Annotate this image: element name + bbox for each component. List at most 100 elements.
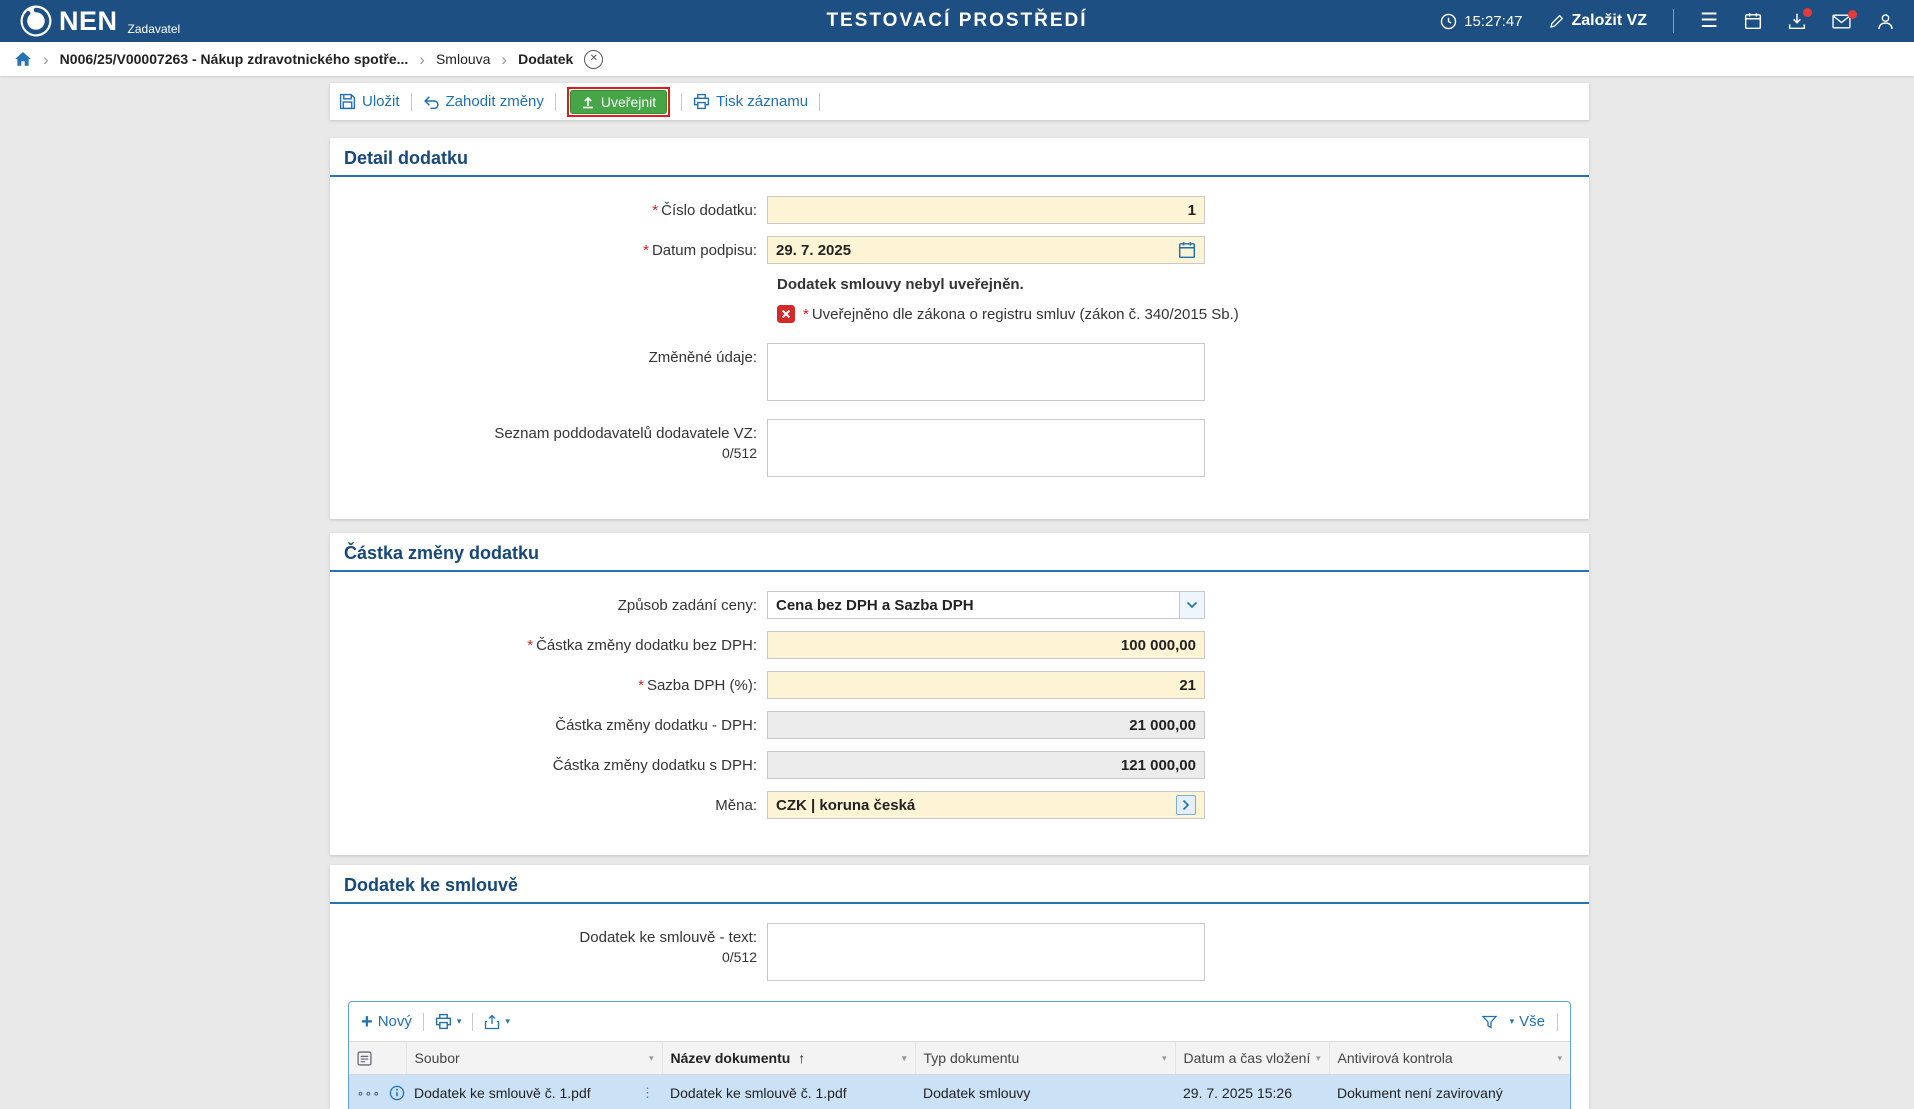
cell-drag-handle-icon[interactable]: ⋮ (641, 1085, 654, 1101)
cell-datum: 29. 7. 2025 15:26 (1175, 1075, 1329, 1109)
discard-label: Zahodit změny (446, 93, 544, 110)
publish-button-highlight: Uveřejnit (567, 87, 670, 117)
sazba-dph-label: *Sazba DPH (%): (330, 671, 767, 694)
all-label: Vše (1519, 1013, 1545, 1030)
castka-s-dph-label: Částka změny dodatku s DPH: (330, 751, 767, 774)
home-icon[interactable] (14, 51, 32, 67)
required-marker: * (638, 677, 644, 694)
mena-value: CZK | koruna česká (776, 797, 915, 814)
castka-s-dph-value: 121 000,00 (1121, 757, 1196, 774)
breadcrumb-item-smlouva[interactable]: Smlouva (436, 51, 490, 67)
breadcrumb-item-vz[interactable]: N006/25/V00007263 - Nákup zdravotnického… (60, 51, 409, 67)
messages-button[interactable] (1832, 14, 1851, 29)
sazba-dph-value: 21 (1179, 677, 1196, 694)
zpusob-zadani-select[interactable]: Cena bez DPH a Sazba DPH (767, 591, 1205, 619)
save-button[interactable]: Uložit (339, 93, 400, 110)
breadcrumb-item-dodatek[interactable]: Dodatek (518, 51, 573, 67)
required-marker: * (803, 306, 809, 323)
cislo-dodatku-label: *Číslo dodatku: (330, 196, 767, 219)
new-document-button[interactable]: + Nový (361, 1012, 412, 1032)
mena-lookup-icon[interactable] (1176, 795, 1196, 815)
select-column-header[interactable] (349, 1042, 406, 1075)
table-header-row: ▾ Soubor ▾ Název dokumentu ↑ ▾ Typ dokum… (349, 1042, 1570, 1075)
filter-icon[interactable] (1481, 1014, 1498, 1030)
downloads-button[interactable] (1788, 12, 1806, 30)
not-published-note: Dodatek smlouvy nebyl uveřejněn. (777, 276, 1589, 293)
show-all-button[interactable]: ▾ Vše (1510, 1013, 1545, 1030)
column-header-typ[interactable]: ▾ Typ dokumentu (915, 1042, 1175, 1075)
required-marker: * (643, 242, 649, 259)
grid-select-icon (357, 1051, 398, 1066)
dodatek-text-label: Dodatek ke smlouvě - text: 0/512 (330, 923, 767, 965)
datepicker-calendar-icon[interactable] (1178, 241, 1196, 259)
section-title: Dodatek ke smlouvě (330, 865, 1589, 902)
row-menu-icon[interactable]: ∘∘∘ (357, 1087, 381, 1100)
section-dodatek-ke-smlouve: Dodatek ke smlouvě Dodatek ke smlouvě - … (330, 865, 1589, 1109)
cislo-dodatku-input[interactable]: 1 (767, 196, 1205, 224)
discard-changes-button[interactable]: Zahodit změny (423, 93, 544, 110)
registry-note: Uveřejněno dle zákona o registru smluv (… (812, 306, 1239, 323)
mena-input[interactable]: CZK | koruna česká (767, 791, 1205, 819)
environment-title: TESTOVACÍ PROSTŘEDÍ (826, 10, 1087, 32)
column-filter-icon[interactable]: ▾ (1162, 1053, 1167, 1064)
section-title: Detail dodatku (330, 138, 1589, 175)
column-header-antivir[interactable]: ▾ Antivirová kontrola (1329, 1042, 1570, 1075)
info-icon[interactable] (389, 1085, 405, 1101)
column-header-soubor[interactable]: ▾ Soubor (406, 1042, 662, 1075)
select-chevron-icon[interactable] (1179, 592, 1204, 618)
toolbar-separator (555, 93, 556, 111)
printer-icon (435, 1013, 452, 1030)
grid-toolbar-right: ▾ Vše (1481, 1013, 1558, 1031)
column-filter-icon[interactable]: ▾ (1316, 1053, 1321, 1064)
document-row[interactable]: ∘∘∘ Dodatek ke smlouvě č. 1.pdf ⋮ (349, 1075, 1570, 1109)
sazba-dph-input[interactable]: 21 (767, 671, 1205, 699)
sort-asc-icon: ↑ (798, 1050, 805, 1066)
dodatek-text-textarea[interactable] (767, 923, 1205, 981)
menu-button[interactable]: ☰ (1700, 11, 1718, 31)
datum-podpisu-input[interactable]: 29. 7. 2025 (767, 236, 1205, 264)
grid-export-button[interactable]: ▾ (484, 1014, 510, 1030)
create-vz-button[interactable]: Založit VZ (1549, 12, 1648, 30)
close-tab-button[interactable]: ✕ (584, 50, 603, 69)
record-toolbar: Uložit Zahodit změny Uveřejnit Tisk zázn… (330, 83, 1589, 120)
profile-button[interactable] (1877, 13, 1894, 30)
seznam-poddodavatelu-textarea[interactable] (767, 419, 1205, 477)
zmenene-udaje-label: Změněné údaje: (330, 343, 767, 366)
column-filter-icon[interactable]: ▾ (902, 1053, 907, 1064)
publish-button[interactable]: Uveřejnit (570, 90, 667, 114)
create-vz-label: Založit VZ (1572, 12, 1648, 30)
castka-dph-value: 21 000,00 (1129, 717, 1196, 734)
section-title: Částka změny dodatku (330, 533, 1589, 570)
grid-toolbar: + Nový ▾ ▾ (349, 1002, 1570, 1041)
pencil-icon (1549, 13, 1565, 29)
chevron-down-icon: ▾ (505, 1016, 510, 1027)
cell-nazev[interactable]: Dodatek ke smlouvě č. 1.pdf (662, 1075, 915, 1109)
calendar-icon (1744, 12, 1762, 30)
seznam-poddodavatelu-label: Seznam poddodavatelů dodavatele VZ: 0/51… (330, 419, 767, 461)
cell-soubor[interactable]: Dodatek ke smlouvě č. 1.pdf (414, 1085, 591, 1101)
castka-bez-dph-input[interactable]: 100 000,00 (767, 631, 1205, 659)
column-filter-icon[interactable]: ▾ (1557, 1053, 1562, 1064)
castka-s-dph-readonly: 121 000,00 (767, 751, 1205, 779)
column-header-datum[interactable]: ▾ Datum a čas vložení (1175, 1042, 1329, 1075)
nen-logo[interactable]: NEN Zadavatel (20, 5, 180, 37)
column-header-nazev[interactable]: ▾ Název dokumentu ↑ (662, 1042, 915, 1075)
print-record-button[interactable]: Tisk záznamu (693, 93, 808, 110)
castka-dph-label: Částka změny dodatku - DPH: (330, 711, 767, 734)
section-detail-dodatku: Detail dodatku *Číslo dodatku: 1 *Datum … (330, 138, 1589, 519)
hamburger-icon: ☰ (1700, 11, 1718, 31)
zmenene-udaje-textarea[interactable] (767, 343, 1205, 401)
castka-bez-dph-value: 100 000,00 (1121, 637, 1196, 654)
grid-print-button[interactable]: ▾ (435, 1013, 462, 1030)
save-label: Uložit (362, 93, 400, 110)
mena-label: Měna: (330, 791, 767, 814)
export-icon (484, 1014, 500, 1030)
calendar-button[interactable] (1744, 12, 1762, 30)
cell-antivir: Dokument není zavirovaný (1329, 1075, 1570, 1109)
close-icon: ✕ (590, 54, 598, 64)
clock-icon (1440, 13, 1457, 30)
datum-podpisu-label: *Datum podpisu: (330, 236, 767, 259)
column-filter-icon[interactable]: ▾ (649, 1053, 654, 1064)
char-counter: 0/512 (330, 949, 757, 965)
messages-badge (1848, 10, 1857, 19)
